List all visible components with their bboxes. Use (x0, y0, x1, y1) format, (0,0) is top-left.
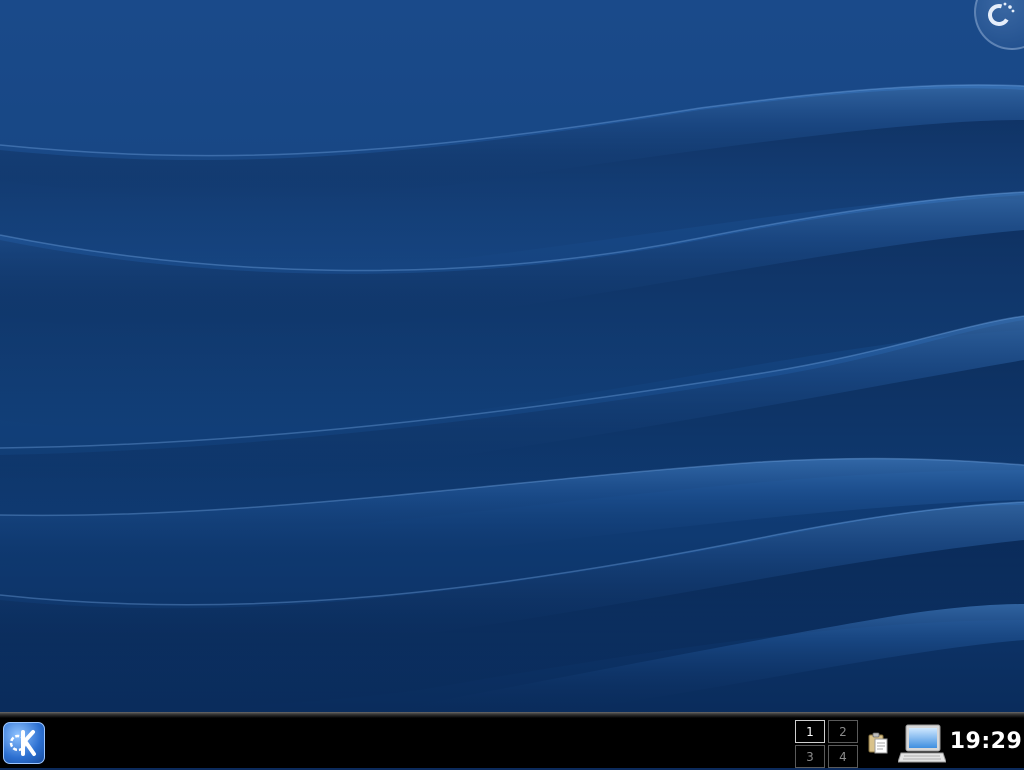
pager-desktop-1[interactable]: 1 (795, 720, 825, 743)
pager-desktop-4[interactable]: 4 (828, 745, 858, 768)
klipper-clipboard-icon[interactable] (866, 731, 890, 755)
digital-clock[interactable]: 19:29 (950, 726, 1022, 756)
pager-desktop-3[interactable]: 3 (795, 745, 825, 768)
desktop-pager: 1 2 3 4 (795, 720, 859, 768)
pager-desktop-2[interactable]: 2 (828, 720, 858, 743)
wallpaper-waves (0, 84, 1024, 712)
laptop-computer-icon[interactable] (897, 722, 947, 766)
taskbar-panel: 1 2 3 4 19:29 (0, 712, 1024, 768)
kde-k-menu-icon[interactable] (3, 722, 45, 764)
desktop-background[interactable] (0, 0, 1024, 712)
